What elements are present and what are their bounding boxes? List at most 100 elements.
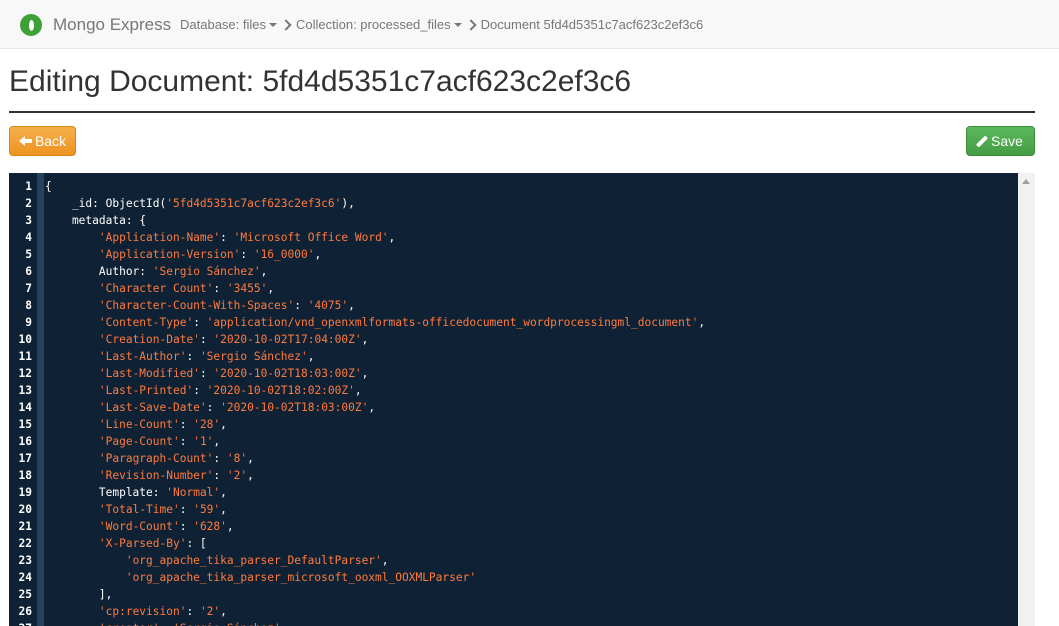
punctuation-token: : [160, 622, 173, 626]
code-line[interactable]: 24 'org_apache_tika_parser_microsoft_oox… [9, 569, 1019, 586]
line-text: { [45, 178, 52, 195]
punctuation-token [45, 248, 99, 261]
punctuation-token: { [45, 180, 52, 193]
string-token: 'Line-Count' [98, 418, 180, 431]
breadcrumb-document-label: Document 5fd4d5351c7acf623c2ef3c6 [480, 17, 704, 32]
line-text: 'Total-Time': '59', [45, 501, 227, 518]
code-line[interactable]: 14 'Last-Save-Date': '2020-10-02T18:03:0… [9, 399, 1019, 416]
string-token: 'cp:revision' [98, 605, 187, 618]
caret-down-icon [453, 23, 462, 27]
code-line[interactable]: 19 Template: 'Normal', [9, 484, 1019, 501]
punctuation-token: , [220, 486, 227, 499]
string-token: 'Character-Count-With-Spaces' [98, 299, 295, 312]
save-button[interactable]: Save [966, 126, 1035, 156]
breadcrumb-document: Document 5fd4d5351c7acf623c2ef3c6 [481, 17, 704, 32]
chevron-right-icon [464, 18, 477, 31]
line-number: 21 [18, 520, 32, 533]
code-line[interactable]: 1{ [9, 178, 1019, 195]
punctuation-token: , [361, 367, 369, 380]
string-token: 'Sergio Sánchez' [199, 350, 308, 363]
line-number: 15 [18, 418, 32, 431]
punctuation-token: : [213, 469, 227, 482]
brand-link[interactable]: Mongo Express [20, 12, 171, 38]
line-number: 3 [25, 214, 32, 227]
code-line[interactable]: 7 'Character Count': '3455', [9, 280, 1019, 297]
pencil-icon [976, 134, 989, 148]
code-line[interactable]: 27 'creator': 'Sergio Sánchez', [9, 620, 1019, 626]
punctuation-token: ), [341, 197, 355, 210]
code-line[interactable]: 20 'Total-Time': '59', [9, 501, 1019, 518]
back-button-label: Back [34, 133, 67, 149]
line-text: Author: 'Sergio Sánchez', [45, 263, 267, 280]
string-token: '4075' [307, 299, 349, 312]
code-line[interactable]: 11 'Last-Author': 'Sergio Sánchez', [9, 348, 1019, 365]
string-token: 'Revision-Number' [98, 469, 214, 482]
punctuation-token: , [226, 520, 234, 533]
punctuation-token: : [ [186, 537, 207, 550]
code-line[interactable]: 9 'Content-Type': 'application/vnd_openx… [9, 314, 1019, 331]
line-number: 8 [25, 299, 32, 312]
code-line[interactable]: 21 'Word-Count': '628', [9, 518, 1019, 535]
code-content[interactable]: 1{2 _id: ObjectId('5fd4d5351c7acf623c2ef… [9, 178, 1019, 626]
code-line[interactable]: 16 'Page-Count': '1', [9, 433, 1019, 450]
code-editor[interactable]: 1{2 _id: ObjectId('5fd4d5351c7acf623c2ef… [9, 173, 1035, 626]
punctuation-token [45, 418, 99, 431]
breadcrumb-collection[interactable]: Collection: processed_files [296, 17, 462, 32]
code-line[interactable]: 22 'X-Parsed-By': [ [9, 535, 1019, 552]
code-line[interactable]: 8 'Character-Count-With-Spaces': '4075', [9, 297, 1019, 314]
line-number: 12 [18, 367, 32, 380]
string-token: 'Total-Time' [98, 503, 180, 516]
punctuation-token: , [220, 503, 227, 516]
line-number: 17 [18, 452, 32, 465]
breadcrumb-database[interactable]: Database: files [180, 17, 277, 32]
string-token: 'org_apache_tika_parser_microsoft_ooxml_… [125, 571, 477, 584]
string-token: 'X-Parsed-By' [98, 537, 187, 550]
string-token: '2' [199, 605, 221, 618]
string-token: '1' [193, 435, 214, 448]
line-text: 'Last-Modified': '2020-10-02T18:03:00Z', [45, 365, 368, 382]
line-text: 'Character Count': '3455', [45, 280, 274, 297]
code-line[interactable]: 5 'Application-Version': '16_0000', [9, 246, 1019, 263]
punctuation-token: , [281, 622, 288, 626]
string-token: '628' [193, 520, 227, 533]
editor-scrollbar[interactable] [1018, 173, 1035, 626]
punctuation-token: , [354, 384, 362, 397]
punctuation-token: : [206, 401, 221, 414]
key-token: metadata [45, 214, 126, 227]
code-line[interactable]: 4 'Application-Name': 'Microsoft Office … [9, 229, 1019, 246]
code-line[interactable]: 3 metadata: { [9, 212, 1019, 229]
punctuation-token: : [213, 452, 227, 465]
punctuation-token: : [186, 605, 200, 618]
brand-title: Mongo Express [53, 15, 172, 34]
punctuation-token [45, 282, 99, 295]
code-line[interactable]: 17 'Paragraph-Count': '8', [9, 450, 1019, 467]
punctuation-token: , [348, 299, 355, 312]
code-line[interactable]: 15 'Line-Count': '28', [9, 416, 1019, 433]
line-number: 11 [18, 350, 32, 363]
line-number: 7 [25, 282, 32, 295]
line-number: 19 [18, 486, 32, 499]
string-token: 'Word-Count' [98, 520, 180, 533]
code-line[interactable]: 13 'Last-Printed': '2020-10-02T18:02:00Z… [9, 382, 1019, 399]
code-line[interactable]: 25 ], [9, 586, 1019, 603]
arrow-left-icon [18, 136, 32, 146]
code-line[interactable]: 10 'Creation-Date': '2020-10-02T17:04:00… [9, 331, 1019, 348]
line-number: 13 [18, 384, 32, 397]
punctuation-token: , [314, 248, 322, 261]
code-line[interactable]: 6 Author: 'Sergio Sánchez', [9, 263, 1019, 280]
scroll-up-icon[interactable] [1022, 179, 1030, 184]
key-token: _id [45, 197, 93, 210]
string-token: 'application/vnd_openxmlformats-officedo… [206, 316, 699, 329]
line-number: 4 [25, 231, 32, 244]
back-button[interactable]: Back [9, 126, 76, 156]
line-text: 'cp:revision': '2', [45, 603, 227, 620]
punctuation-token: : [213, 282, 227, 295]
code-line[interactable]: 2 _id: ObjectId('5fd4d5351c7acf623c2ef3c… [9, 195, 1019, 212]
navbar: Mongo Express Database: files Collection… [0, 0, 1059, 49]
code-line[interactable]: 18 'Revision-Number': '2', [9, 467, 1019, 484]
string-token: 'Last-Author' [98, 350, 187, 363]
line-number: 22 [18, 537, 32, 550]
code-line[interactable]: 12 'Last-Modified': '2020-10-02T18:03:00… [9, 365, 1019, 382]
code-line[interactable]: 26 'cp:revision': '2', [9, 603, 1019, 620]
code-line[interactable]: 23 'org_apache_tika_parser_DefaultParser… [9, 552, 1019, 569]
